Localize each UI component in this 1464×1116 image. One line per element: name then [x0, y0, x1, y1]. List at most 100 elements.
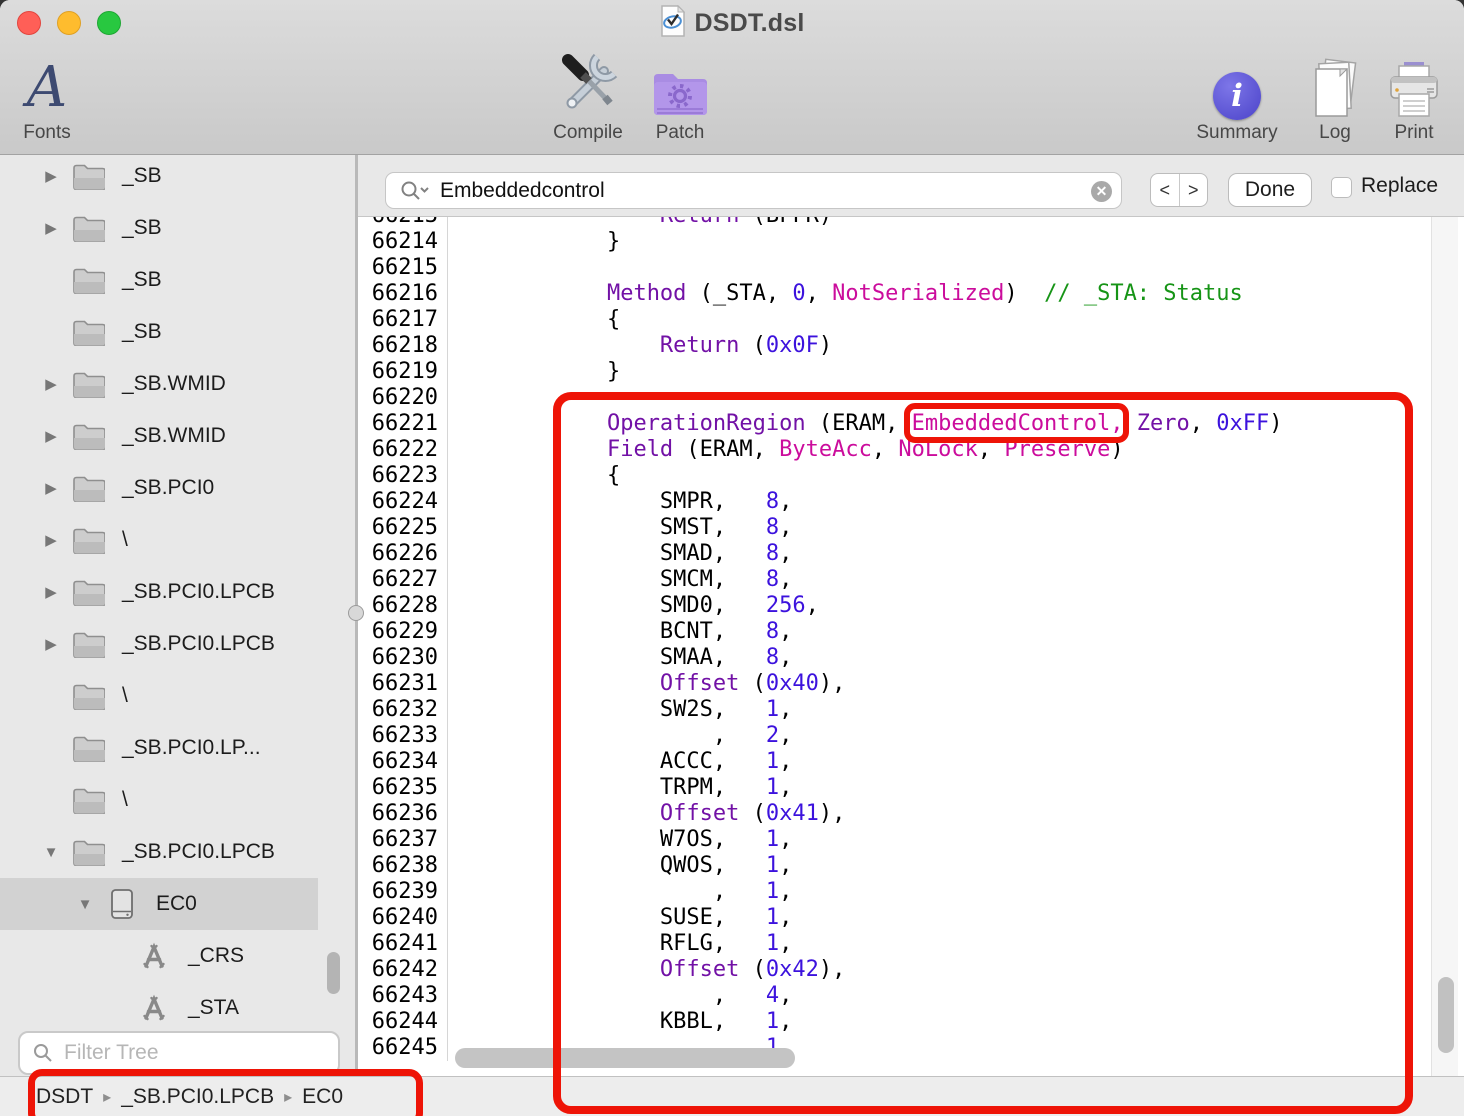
breadcrumb-separator-icon: ▸	[284, 1088, 293, 1106]
code-line: , 2,	[448, 723, 793, 748]
disclosure-collapsed-icon[interactable]: ▶	[36, 583, 66, 601]
sidebar-item-label: \	[122, 684, 128, 707]
sidebar-item-label: _CRS	[188, 944, 245, 967]
vertical-scrollbar-track[interactable]	[1431, 217, 1458, 1076]
sidebar-scrollbar-thumb[interactable]	[327, 952, 340, 994]
disclosure-expanded-icon[interactable]: ▼	[70, 896, 100, 913]
disclosure-collapsed-icon[interactable]: ▶	[36, 219, 66, 237]
code-line: SMAA, 8,	[448, 645, 793, 670]
disclosure-collapsed-icon[interactable]: ▶	[36, 635, 66, 653]
disclosure-collapsed-icon[interactable]: ▶	[36, 479, 66, 497]
line-number: 66231	[371, 671, 438, 696]
search-input[interactable]: Embeddedcontrol ✕	[385, 172, 1122, 209]
vertical-scrollbar-thumb[interactable]	[1438, 977, 1454, 1053]
filter-tree-placeholder: Filter Tree	[64, 1041, 159, 1064]
disclosure-expanded-icon[interactable]: ▼	[36, 844, 66, 861]
patch-button[interactable]: Patch	[625, 48, 735, 144]
sidebar-item-sbpci0lpcb[interactable]: ▶ _SB.PCI0.LPCB	[0, 618, 318, 670]
sidebar-item-crs[interactable]: _CRS	[0, 930, 318, 982]
print-button[interactable]: Print	[1359, 48, 1464, 144]
splitter-knob-icon[interactable]	[348, 605, 364, 621]
code-line: SMD0, 256,	[448, 593, 819, 618]
code-line: Return (0x0F)	[659, 333, 833, 358]
toolbar: DSDT.dsl A Fonts Compile Patch i Summary…	[0, 0, 1464, 155]
search-query: Embeddedcontrol	[440, 178, 605, 202]
sidebar-item-[interactable]: \	[0, 774, 318, 826]
sidebar-item-sbpci0lp[interactable]: _SB.PCI0.LP...	[0, 722, 318, 774]
sidebar-item-sbpci0lpcb[interactable]: ▶ _SB.PCI0.LPCB	[0, 566, 318, 618]
sidebar-item-label: _SB.PCI0.LPCB	[122, 840, 275, 863]
code-line: W7OS, 1,	[448, 827, 793, 852]
print-icon	[1385, 48, 1443, 120]
log-label: Log	[1319, 122, 1351, 143]
folder-icon	[66, 839, 110, 866]
clear-search-button[interactable]: ✕	[1091, 181, 1112, 202]
code-line: Field (ERAM, ByteAcc, NoLock, Preserve)	[606, 437, 1124, 462]
folder-icon	[66, 423, 110, 450]
sidebar-item-label: _SB.PCI0.LP...	[122, 736, 261, 759]
breadcrumb-item[interactable]: DSDT	[36, 1085, 93, 1109]
find-previous-button[interactable]: <	[1151, 174, 1180, 206]
sidebar-item-label: _STA	[188, 996, 239, 1019]
line-number: 66226	[371, 541, 438, 566]
line-number-gutter: 6621366214662156621666217662186621966220…	[358, 217, 448, 1061]
sidebar-tree-pane: ▶ _SB ▶ _SB _SB _SB ▶ _SB.WMID ▶ _SB.WMID ▶ _SB.PCI…	[0, 155, 355, 1076]
code-line: OperationRegion (ERAM, EmbeddedControl, …	[606, 411, 1283, 436]
sidebar-item-sb[interactable]: _SB	[0, 254, 318, 306]
code-line: KBBL, 1,	[448, 1009, 793, 1034]
replace-checkbox[interactable]	[1331, 177, 1352, 198]
line-number: 66221	[371, 411, 438, 436]
breadcrumb-item[interactable]: EC0	[302, 1085, 343, 1109]
folder-icon	[66, 163, 110, 190]
line-number: 66229	[371, 619, 438, 644]
line-number: 66225	[371, 515, 438, 540]
code-editor[interactable]: 6621366214662156621666217662186621966220…	[358, 217, 1464, 1076]
sidebar-item-sbwmid[interactable]: ▶ _SB.WMID	[0, 358, 318, 410]
line-number: 66214	[371, 229, 438, 254]
line-number: 66245	[371, 1035, 438, 1060]
line-number: 66219	[371, 359, 438, 384]
method-icon	[132, 942, 176, 970]
folder-icon	[66, 787, 110, 814]
sidebar-item-sbpci0lpcb[interactable]: ▼ _SB.PCI0.LPCB	[0, 826, 318, 878]
filter-tree-input[interactable]: Filter Tree	[18, 1031, 340, 1075]
disclosure-collapsed-icon[interactable]: ▶	[36, 531, 66, 549]
folder-icon	[66, 267, 110, 294]
sidebar-item-sbpci0[interactable]: ▶ _SB.PCI0	[0, 462, 318, 514]
code-line: }	[448, 359, 621, 384]
horizontal-scrollbar-thumb[interactable]	[455, 1048, 795, 1068]
code-line: BCNT, 8,	[448, 619, 793, 644]
find-next-button[interactable]: >	[1180, 174, 1208, 206]
sidebar-item-sb[interactable]: ▶ _SB	[0, 155, 318, 202]
sidebar-item-[interactable]: ▶ \	[0, 514, 318, 566]
sidebar-item-ec0[interactable]: ▼ EC0	[0, 878, 318, 930]
done-button[interactable]: Done	[1228, 173, 1312, 207]
code-line: Return (BFFR)	[448, 217, 1432, 229]
patch-label: Patch	[655, 122, 705, 143]
sidebar-item-sb[interactable]: _SB	[0, 306, 318, 358]
line-number: 66216	[371, 281, 438, 306]
summary-icon: i	[1213, 72, 1261, 120]
fonts-button[interactable]: A Fonts	[0, 48, 102, 144]
disclosure-collapsed-icon[interactable]: ▶	[36, 375, 66, 393]
sidebar-item-sbwmid[interactable]: ▶ _SB.WMID	[0, 410, 318, 462]
line-number: 66233	[371, 723, 438, 748]
line-number: 66235	[371, 775, 438, 800]
line-number: 66218	[371, 333, 438, 358]
sidebar-item-[interactable]: \	[0, 670, 318, 722]
fonts-label: Fonts	[23, 122, 71, 143]
line-number: 66238	[371, 853, 438, 878]
disclosure-collapsed-icon[interactable]: ▶	[36, 167, 66, 185]
breadcrumb: DSDT ▸ _SB.PCI0.LPCB ▸ EC0	[36, 1085, 343, 1109]
summary-button[interactable]: i Summary	[1182, 48, 1292, 144]
sidebar-item-sta[interactable]: _STA	[0, 982, 318, 1034]
sidebar-item-label: _SB	[122, 216, 162, 239]
breadcrumb-item[interactable]: _SB.PCI0.LPCB	[121, 1085, 274, 1109]
search-icon	[32, 1042, 54, 1064]
folder-icon	[66, 527, 110, 554]
sidebar-item-sb[interactable]: ▶ _SB	[0, 202, 318, 254]
code-line: TRPM, 1,	[448, 775, 793, 800]
sidebar-item-label: _SB.WMID	[122, 372, 226, 395]
disclosure-collapsed-icon[interactable]: ▶	[36, 427, 66, 445]
